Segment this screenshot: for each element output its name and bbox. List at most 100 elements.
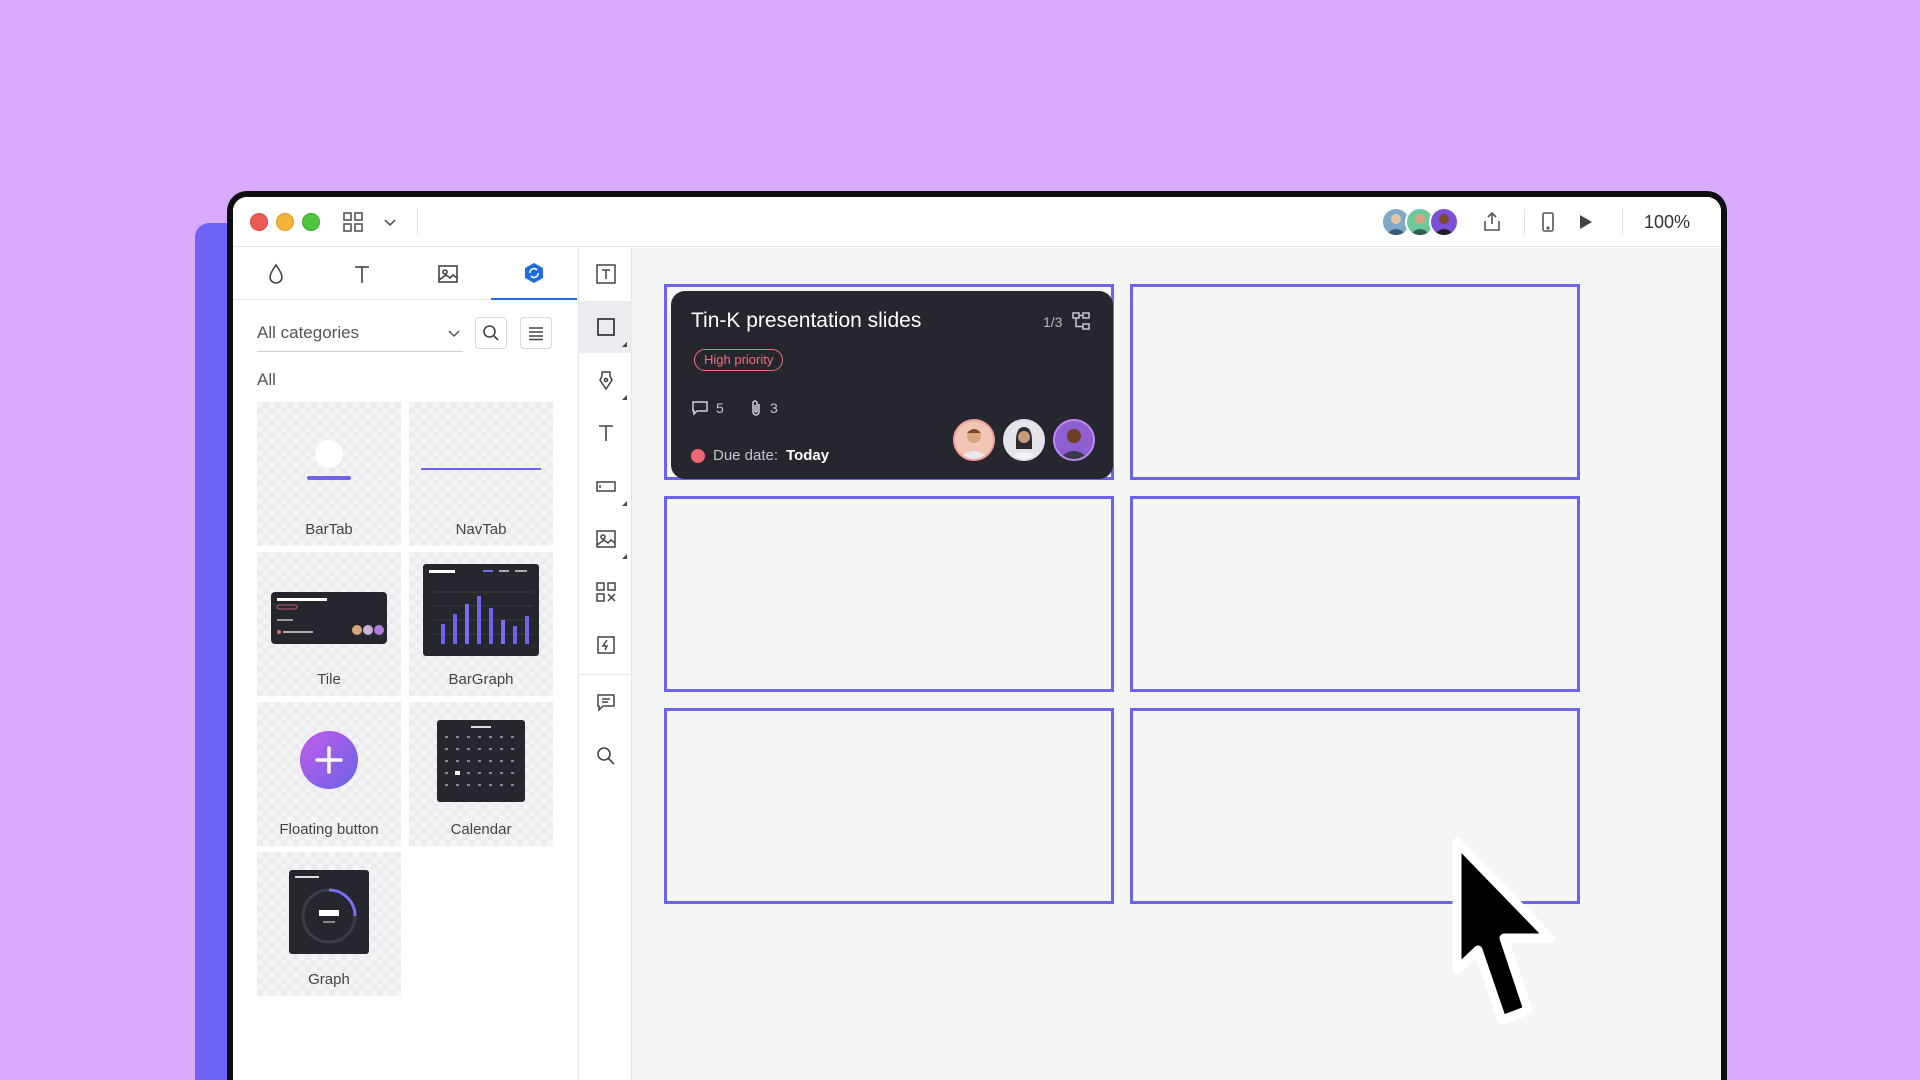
pen-icon	[599, 371, 613, 391]
divider	[579, 674, 633, 675]
component-label: Tile	[317, 671, 341, 688]
rectangle-tool[interactable]	[579, 301, 633, 353]
component-label: NavTab	[455, 521, 507, 538]
submenu-indicator	[622, 395, 627, 400]
components-icon	[596, 582, 616, 602]
bartab-thumbnail	[307, 440, 351, 480]
category-select-value: All categories	[257, 323, 360, 342]
search-button[interactable]	[475, 317, 507, 349]
graph-thumbnail	[289, 870, 369, 954]
minimize-window-button[interactable]	[276, 213, 294, 231]
submenu-indicator	[622, 342, 627, 347]
canvas-frame[interactable]	[1130, 284, 1580, 480]
comments-count: 5	[691, 399, 724, 417]
due-date: Due date: Today	[691, 447, 829, 464]
input-field-tool[interactable]	[579, 460, 633, 512]
text-box-icon	[596, 264, 616, 284]
component-tile-bartab[interactable]: BarTab	[257, 402, 401, 546]
image-tool[interactable]	[579, 513, 633, 565]
attachments-value: 3	[770, 400, 778, 416]
category-select[interactable]: All categories	[257, 316, 463, 352]
hierarchy-icon[interactable]	[1071, 311, 1091, 331]
component-label: Floating button	[279, 821, 379, 838]
grid-icon[interactable]	[342, 211, 364, 233]
component-tile-tile[interactable]: Tile	[257, 552, 401, 696]
attachments-count: 3	[749, 399, 778, 417]
chevron-down-icon[interactable]	[382, 214, 398, 230]
canvas-frame[interactable]	[664, 708, 1114, 904]
section-title: All	[257, 370, 276, 389]
list-view-button[interactable]	[520, 317, 552, 349]
component-tile-navtab[interactable]: NavTab	[409, 402, 553, 546]
comments-value: 5	[716, 400, 724, 416]
calendar-thumbnail	[437, 720, 525, 802]
list-icon	[529, 327, 543, 341]
comment-tool[interactable]	[579, 676, 633, 728]
close-window-button[interactable]	[250, 213, 268, 231]
tab-images[interactable]	[405, 248, 491, 300]
component-tile-graph[interactable]: Graph	[257, 852, 401, 996]
paperclip-icon	[752, 400, 760, 416]
play-icon[interactable]	[1573, 210, 1597, 234]
drop-icon	[269, 263, 283, 284]
text-tool[interactable]	[579, 407, 633, 459]
collaborator-avatars[interactable]	[1381, 207, 1461, 239]
interaction-tool[interactable]	[579, 619, 633, 671]
component-tile-calendar[interactable]: Calendar	[409, 702, 553, 846]
status-dot	[691, 448, 705, 463]
component-label: BarTab	[305, 521, 353, 538]
divider	[417, 209, 418, 235]
mouse-cursor-icon	[1452, 837, 1555, 1024]
tab-styles[interactable]	[233, 248, 319, 300]
divider	[1524, 209, 1525, 235]
due-date-label: Due date:	[713, 447, 779, 464]
chevron-down-icon	[448, 330, 460, 338]
canvas-frame[interactable]	[664, 496, 1114, 692]
pen-tool[interactable]	[579, 354, 633, 406]
component-tile-floating-button[interactable]: Floating button	[257, 702, 401, 846]
submenu-indicator	[622, 501, 627, 506]
zoom-search-tool[interactable]	[579, 730, 633, 782]
comment-icon	[597, 694, 615, 712]
device-preview-icon[interactable]	[1536, 210, 1560, 234]
comment-icon	[692, 401, 708, 416]
floating-button-thumbnail	[300, 731, 358, 789]
rectangle-icon	[597, 318, 615, 336]
zoom-level[interactable]: 100%	[1631, 209, 1703, 235]
image-icon	[438, 265, 458, 283]
component-label: Graph	[308, 971, 350, 988]
canvas-frame[interactable]	[1130, 496, 1580, 692]
priority-badge: High priority	[694, 349, 784, 371]
component-label: Calendar	[450, 821, 512, 838]
text-box-tool[interactable]	[579, 248, 633, 300]
components-panel: All categories All BarTab NavTab Tile Ba…	[233, 248, 578, 1080]
card-title: Tin-K presentation slides	[691, 309, 922, 332]
maximize-window-button[interactable]	[302, 213, 320, 231]
panel-tabs	[233, 248, 578, 300]
tab-text[interactable]	[319, 248, 405, 300]
avatar[interactable]	[1003, 419, 1045, 461]
title-bar: 100%	[233, 197, 1721, 247]
canvas-frame[interactable]: Tin-K presentation slides 1/3 High prior…	[664, 284, 1114, 480]
card-page-indicator: 1/3	[1043, 314, 1063, 330]
task-card[interactable]: Tin-K presentation slides 1/3 High prior…	[671, 291, 1113, 479]
tab-components[interactable]	[491, 248, 577, 300]
image-icon	[596, 530, 616, 548]
interaction-icon	[597, 636, 615, 654]
tile-thumbnail	[271, 592, 387, 644]
avatar[interactable]	[953, 419, 995, 461]
components-tool[interactable]	[579, 566, 633, 618]
avatar[interactable]	[1053, 419, 1095, 461]
avatar[interactable]	[1429, 207, 1459, 237]
text-icon	[599, 425, 613, 441]
share-icon[interactable]	[1480, 210, 1504, 234]
search-icon	[597, 747, 615, 765]
component-tile-bargraph[interactable]: BarGraph	[409, 552, 553, 696]
component-label: BarGraph	[448, 671, 514, 688]
divider	[1622, 209, 1623, 235]
tools-toolbar	[578, 248, 633, 1080]
due-date-value: Today	[786, 447, 830, 464]
component-icon	[525, 263, 543, 283]
search-icon	[483, 325, 499, 341]
text-icon	[355, 266, 369, 283]
